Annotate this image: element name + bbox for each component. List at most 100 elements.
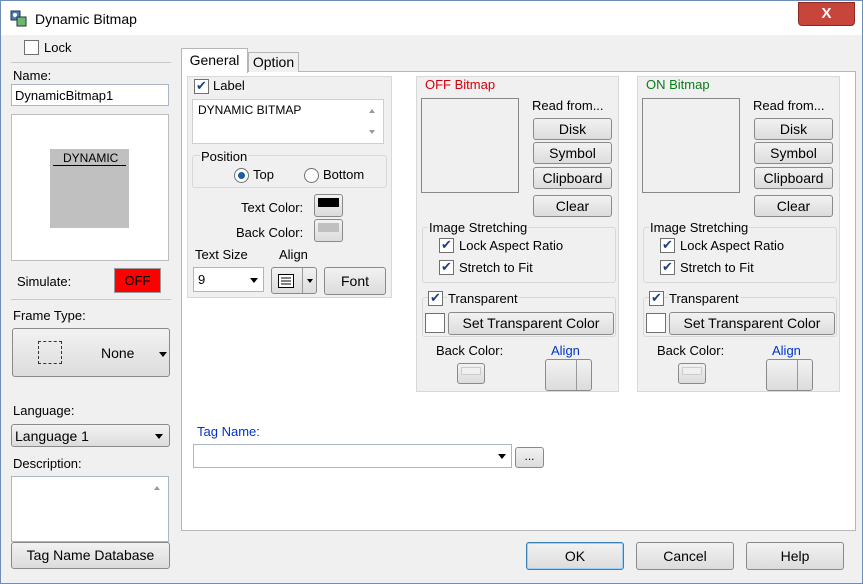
off-image-stretching-label: Image Stretching	[428, 220, 529, 235]
tab-option[interactable]: Option	[248, 52, 299, 72]
back-color-button[interactable]	[314, 219, 343, 242]
on-transparent-label: Transparent	[668, 291, 740, 306]
off-clear-button[interactable]: Clear	[533, 195, 612, 217]
on-back-color-button[interactable]	[678, 363, 706, 384]
simulate-label: Simulate:	[17, 274, 72, 289]
on-stretch-fit-checkbox[interactable]	[660, 259, 675, 275]
off-set-transparent-button[interactable]: Set Transparent Color	[448, 312, 614, 335]
on-lock-aspect-checkbox[interactable]	[660, 237, 675, 253]
on-stretch-fit-label: Stretch to Fit	[680, 260, 754, 275]
tag-name-label: Tag Name:	[197, 424, 260, 439]
simulate-value: OFF	[124, 273, 151, 288]
position-label: Position	[200, 149, 249, 164]
language-dropdown[interactable]: Language 1	[11, 424, 170, 447]
divider	[11, 299, 171, 300]
off-align-button[interactable]	[545, 359, 592, 391]
tag-browse-button[interactable]: ...	[515, 447, 544, 468]
text-size-value: 9	[198, 272, 206, 287]
back-color-label: Back Color:	[236, 225, 304, 240]
close-icon: X	[821, 5, 832, 22]
align-center-icon	[278, 274, 294, 288]
font-button[interactable]: Font	[324, 267, 386, 295]
name-label: Name:	[13, 68, 52, 83]
on-back-color-label: Back Color:	[657, 343, 725, 358]
off-clipboard-button[interactable]: Clipboard	[533, 167, 612, 189]
on-transparent-swatch[interactable]	[646, 313, 666, 333]
language-value: Language 1	[15, 428, 89, 444]
chevron-down-icon	[155, 434, 163, 439]
off-symbol-button[interactable]: Symbol	[533, 142, 612, 164]
frame-type-label: Frame Type:	[13, 308, 86, 323]
text-size-label: Text Size	[195, 247, 248, 262]
on-transparent-checkbox[interactable]	[649, 290, 664, 306]
description-field[interactable]	[11, 476, 169, 542]
position-top-label: Top	[253, 167, 274, 182]
lock-label: Lock	[44, 40, 72, 55]
off-transparent-checkbox[interactable]	[428, 290, 443, 306]
app-icon	[10, 10, 27, 27]
off-lock-aspect-label: Lock Aspect Ratio	[459, 238, 564, 253]
help-button[interactable]: Help	[746, 542, 844, 570]
dialog-window: Dynamic Bitmap X Lock Name: DynamicBitma…	[0, 0, 863, 584]
tag-name-database-button[interactable]: Tag Name Database	[11, 542, 170, 569]
label-checkbox-text: Label	[213, 78, 245, 93]
scroll-down-icon[interactable]	[369, 130, 375, 134]
frame-type-value: None	[101, 345, 135, 361]
lock-checkbox[interactable]	[24, 40, 39, 55]
tag-name-field[interactable]	[193, 444, 512, 468]
window-title: Dynamic Bitmap	[35, 11, 137, 27]
scroll-up-icon[interactable]	[369, 109, 375, 113]
on-clear-button[interactable]: Clear	[754, 195, 833, 217]
off-stretch-fit-checkbox[interactable]	[439, 259, 454, 275]
simulate-toggle[interactable]: OFF	[114, 268, 161, 293]
on-image-stretching-label: Image Stretching	[649, 220, 750, 235]
off-align-label: Align	[551, 343, 580, 358]
on-bitmap-title: ON Bitmap	[646, 77, 710, 92]
on-align-label: Align	[772, 343, 801, 358]
scroll-up-icon[interactable]	[154, 486, 160, 490]
off-bitmap-preview	[421, 98, 519, 193]
off-bitmap-title: OFF Bitmap	[425, 77, 496, 92]
position-bottom-radio[interactable]	[304, 168, 319, 183]
chevron-down-icon	[159, 352, 167, 357]
off-lock-aspect-checkbox[interactable]	[439, 237, 454, 253]
title-bar: Dynamic Bitmap X	[1, 1, 862, 35]
position-bottom-label: Bottom	[323, 167, 365, 182]
ok-button[interactable]: OK	[526, 542, 624, 570]
language-label: Language:	[13, 403, 75, 418]
name-field[interactable]: DynamicBitmap1	[11, 84, 169, 106]
description-label: Description:	[13, 456, 82, 471]
close-button[interactable]: X	[798, 2, 855, 26]
label-text-field[interactable]: DYNAMIC BITMAP	[192, 99, 384, 144]
chevron-down-icon	[307, 279, 313, 283]
label-checkbox[interactable]	[194, 78, 209, 94]
off-back-color-button[interactable]	[457, 363, 485, 384]
text-color-button[interactable]	[314, 194, 343, 217]
on-clipboard-button[interactable]: Clipboard	[754, 167, 833, 189]
align-dropdown[interactable]	[271, 267, 317, 294]
back-color-swatch	[318, 223, 339, 232]
cancel-button[interactable]: Cancel	[636, 542, 734, 570]
on-disk-button[interactable]: Disk	[754, 118, 833, 140]
on-align-button[interactable]	[766, 359, 813, 391]
on-lock-aspect-label: Lock Aspect Ratio	[680, 238, 785, 253]
on-bitmap-preview	[642, 98, 740, 193]
text-color-swatch	[318, 198, 339, 207]
position-top-radio[interactable]	[234, 168, 249, 183]
off-stretch-fit-label: Stretch to Fit	[459, 260, 533, 275]
off-disk-button[interactable]: Disk	[533, 118, 612, 140]
tab-general[interactable]: General	[181, 48, 248, 73]
on-set-transparent-button[interactable]: Set Transparent Color	[669, 312, 835, 335]
frame-none-icon	[38, 341, 62, 364]
chevron-down-icon	[250, 278, 258, 283]
text-size-dropdown[interactable]: 9	[193, 267, 264, 292]
off-transparent-label: Transparent	[447, 291, 519, 306]
preview-bitmap: DYNAMIC	[50, 149, 129, 228]
preview-box: DYNAMIC	[11, 114, 169, 261]
align-label: Align	[279, 247, 308, 262]
off-transparent-swatch[interactable]	[425, 313, 445, 333]
on-symbol-button[interactable]: Symbol	[754, 142, 833, 164]
text-color-label: Text Color:	[241, 200, 304, 215]
frame-type-dropdown[interactable]: None	[12, 328, 170, 377]
preview-label: DYNAMIC	[63, 151, 119, 165]
